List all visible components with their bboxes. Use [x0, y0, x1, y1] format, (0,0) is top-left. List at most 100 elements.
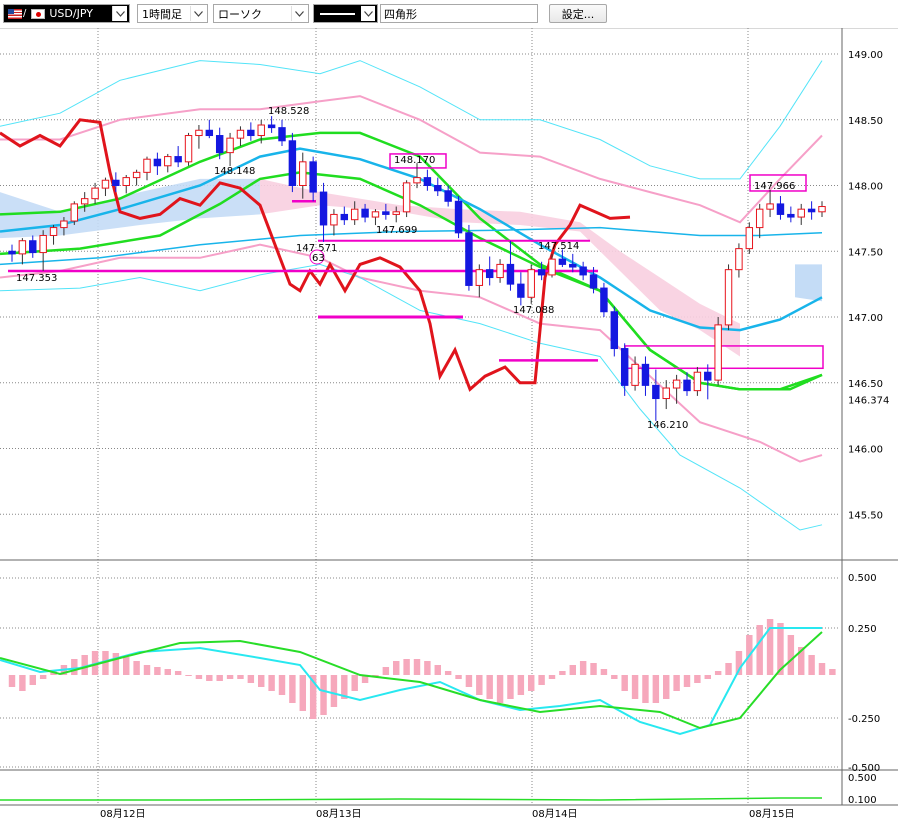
rsi-tick-label: 0.500	[848, 773, 877, 784]
candle-body	[350, 208, 359, 221]
candle-body	[610, 311, 619, 350]
macd-bar	[611, 675, 618, 679]
price-annotation-label: 148.170	[394, 155, 435, 166]
macd-bar	[258, 675, 265, 687]
timeframe-select[interactable]: 1時間足	[137, 4, 208, 23]
macd-bar	[206, 675, 213, 681]
macd-bar	[818, 663, 826, 675]
macd-bar	[642, 675, 649, 703]
macd-bar	[569, 665, 576, 675]
date-tick-label: 08月14日	[532, 808, 577, 820]
macd-bar	[476, 675, 483, 695]
macd-bar	[465, 675, 473, 687]
rsi-line	[0, 797, 822, 801]
price-chart[interactable]: 148.528148.148147.353147.571147.699148.1…	[0, 28, 898, 821]
macd-bar	[444, 671, 452, 675]
chevron-down-icon[interactable]	[190, 6, 205, 21]
price-tick-label: 148.50	[848, 116, 883, 127]
candle-body	[371, 211, 380, 218]
macd-bar	[704, 675, 711, 679]
candle-body	[537, 269, 546, 276]
zone-box	[624, 345, 824, 370]
macd-bar	[29, 675, 36, 685]
candle-body	[184, 135, 193, 163]
price-tick-label: 146.50	[848, 379, 883, 390]
candle-body	[755, 208, 764, 229]
macd-bar	[164, 669, 171, 675]
macd-bar	[829, 669, 836, 675]
candle-body	[60, 220, 68, 229]
macd-bar	[673, 675, 680, 691]
price-annotation-label: 146.210	[647, 420, 688, 431]
candle-body	[631, 363, 639, 386]
candle-body	[91, 187, 99, 200]
chart-style-select[interactable]: ローソク	[213, 4, 309, 23]
candle-body	[319, 191, 328, 226]
candle-body	[267, 124, 276, 129]
rsi-tick-label: 0.100	[848, 795, 877, 806]
macd-bar	[579, 661, 587, 675]
price-tick-label: 149.00	[848, 50, 883, 61]
candle-body	[112, 179, 120, 187]
drawing-tool-field[interactable]: 四角形	[380, 4, 538, 23]
candle-body	[641, 363, 650, 386]
candle-body	[215, 135, 224, 154]
date-tick-label: 08月13日	[316, 808, 361, 820]
candle-body	[226, 137, 234, 154]
settings-button[interactable]: 設定...	[549, 4, 607, 23]
macd-bar	[621, 675, 628, 691]
candle-body	[496, 263, 504, 279]
macd-bar	[299, 675, 306, 711]
candle-body	[122, 177, 130, 187]
chevron-down-icon[interactable]	[361, 6, 375, 21]
chart-grid	[0, 28, 898, 806]
macd-bar	[216, 675, 223, 681]
macd-bar	[517, 675, 525, 695]
jp-flag-icon	[31, 8, 46, 19]
bollinger-bands	[0, 60, 823, 531]
macd-bar	[351, 675, 358, 691]
macd-bar	[808, 655, 815, 675]
candle-body	[205, 129, 214, 137]
symbol-select[interactable]: / USD/JPY	[3, 4, 130, 23]
candle-body	[776, 203, 785, 215]
current-price-label: 146.374	[848, 395, 889, 406]
price-tick-label: 148.00	[848, 182, 883, 193]
candle-body	[49, 227, 58, 236]
candle-body	[569, 263, 577, 268]
price-annotation-label: 148.528	[268, 106, 309, 117]
candle-body	[299, 161, 307, 187]
candle-body	[735, 248, 743, 271]
date-tick-label: 08月15日	[749, 808, 794, 820]
macd-bar	[413, 659, 421, 675]
macd-bar	[154, 667, 161, 675]
macd-bar	[559, 671, 566, 675]
candle-body	[693, 371, 702, 392]
candle-body	[548, 258, 556, 276]
candle-body	[485, 269, 494, 279]
line-width-select[interactable]	[313, 4, 378, 23]
candle-body	[434, 185, 442, 192]
candle-body	[80, 198, 89, 205]
cloud-area	[0, 178, 260, 239]
macd-bar	[434, 665, 441, 675]
candle-body	[454, 200, 463, 234]
candle-body	[558, 258, 567, 265]
macd-bar	[382, 667, 390, 675]
candle-body	[652, 384, 660, 400]
chevron-down-icon[interactable]	[112, 6, 127, 21]
macd-bar	[133, 661, 140, 675]
candle-body	[745, 227, 754, 250]
macd-bar	[496, 675, 504, 703]
candle-body	[132, 171, 141, 179]
candle-body	[382, 211, 390, 215]
chevron-down-icon[interactable]	[291, 6, 306, 21]
price-annotation-label: 147.514	[538, 241, 579, 252]
price-annotation-label: 148.148	[214, 166, 255, 177]
ma-mid	[0, 147, 823, 332]
macd-bar	[237, 675, 244, 679]
candle-body	[29, 240, 37, 254]
macd-bar	[756, 625, 763, 675]
macd-bar	[320, 675, 327, 715]
macd-tick-label: -0.250	[848, 714, 880, 725]
